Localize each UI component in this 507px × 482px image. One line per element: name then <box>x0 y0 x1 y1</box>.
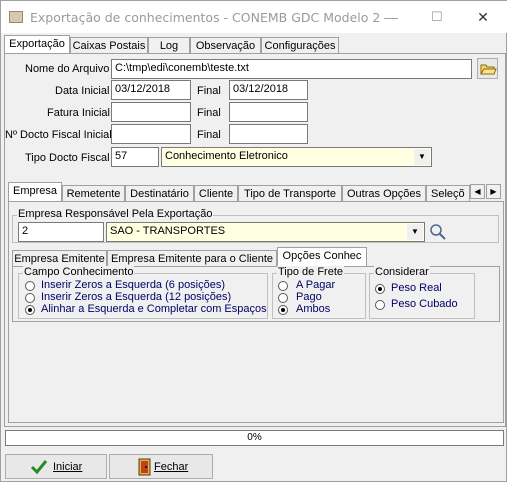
tab-destinatario[interactable]: Destinatário <box>125 185 194 202</box>
data-inicial-label: Data Inicial <box>55 85 110 97</box>
fatura-final-input[interactable] <box>229 102 308 122</box>
tab-log[interactable]: Log <box>148 37 190 54</box>
empresa-code-input[interactable]: 2 <box>18 222 104 242</box>
nome-arquivo-label: Nome do Arquivo <box>25 63 110 75</box>
empresa-group-title: Empresa Responsável Pela Exportação <box>17 208 214 220</box>
tab-selecoes[interactable]: Seleçõ <box>426 185 470 202</box>
tab-empresa[interactable]: Empresa <box>8 182 62 201</box>
title-bar: Exportação de conhecimentos - CONEMB GDC… <box>1 1 507 33</box>
tab-empresa-emitente-cliente[interactable]: Empresa Emitente para o Cliente <box>107 250 277 267</box>
radio-a-pagar[interactable] <box>278 281 288 291</box>
tipo-docto-code-input[interactable]: 57 <box>111 147 159 167</box>
scroll-right-button[interactable]: ▶ <box>486 184 501 199</box>
tab-configuracoes[interactable]: Configurações <box>261 37 339 54</box>
tipo-docto-selected: Conhecimento Eletronico <box>165 150 288 162</box>
fechar-button[interactable]: Fechar <box>109 454 213 479</box>
progress-label: 0% <box>247 432 262 443</box>
radio-pago-label[interactable]: Pago <box>296 291 322 303</box>
minimize-button[interactable]: — <box>368 1 414 33</box>
radio-peso-real[interactable] <box>375 284 385 294</box>
radio-zeros-12-label[interactable]: Inserir Zeros a Esquerda (12 posições) <box>41 291 231 303</box>
app-icon <box>9 11 23 23</box>
data-final-label: Final <box>197 85 221 97</box>
radio-peso-cubado-label[interactable]: Peso Cubado <box>391 298 458 310</box>
tab-empresa-emitente[interactable]: Empresa Emitente <box>12 250 107 267</box>
tab-outras-opcoes[interactable]: Outras Opções <box>342 185 426 202</box>
fatura-final-label: Final <box>197 107 221 119</box>
tab-caixas-postais[interactable]: Caixas Postais <box>70 37 148 54</box>
tab-exportacao[interactable]: Exportação <box>4 35 70 54</box>
export-panel: Nome do Arquivo C:\tmp\edi\conemb\teste.… <box>4 53 506 427</box>
scroll-left-button[interactable]: ◀ <box>470 184 485 199</box>
opcoes-panel: Campo Conhecimento Inserir Zeros a Esque… <box>12 266 500 322</box>
data-final-input[interactable]: 03/12/2018 <box>229 80 308 100</box>
empresa-selected: SAO - TRANSPORTES <box>110 225 226 237</box>
tipo-frete-title: Tipo de Frete <box>277 266 345 278</box>
window-title: Exportação de conhecimentos - CONEMB GDC… <box>30 10 381 25</box>
radio-alinhar-esquerda[interactable] <box>25 305 35 315</box>
folder-icon <box>480 64 497 75</box>
radio-peso-real-label[interactable]: Peso Real <box>391 282 442 294</box>
close-button[interactable]: ✕ <box>460 1 506 33</box>
tipo-docto-label: Tipo Docto Fiscal <box>25 152 110 164</box>
radio-zeros-12[interactable] <box>25 293 35 303</box>
maximize-button[interactable]: ☐ <box>414 1 460 33</box>
radio-ambos-label[interactable]: Ambos <box>296 303 330 315</box>
fatura-inicial-label: Fatura Inicial <box>47 107 110 119</box>
radio-zeros-6[interactable] <box>25 281 35 291</box>
radio-peso-cubado[interactable] <box>375 300 385 310</box>
chevron-down-icon[interactable]: ▼ <box>414 149 430 165</box>
tab-cliente[interactable]: Cliente <box>194 185 238 202</box>
progress-bar: 0% <box>5 430 504 446</box>
app-window: Exportação de conhecimentos - CONEMB GDC… <box>0 0 507 482</box>
radio-zeros-6-label[interactable]: Inserir Zeros a Esquerda (6 posições) <box>41 279 225 291</box>
nf-final-label: Final <box>197 129 221 141</box>
radio-pago[interactable] <box>278 293 288 303</box>
considerar-group: Considerar <box>369 266 475 319</box>
nf-final-input[interactable] <box>229 124 308 144</box>
check-icon <box>30 460 48 475</box>
radio-ambos[interactable] <box>278 305 288 315</box>
nf-inicial-label: Nº Docto Fiscal Inicial <box>5 129 112 141</box>
exit-door-icon <box>138 458 151 476</box>
tab-tipo-transporte[interactable]: Tipo de Transporte <box>238 185 342 202</box>
iniciar-label: Iniciar <box>53 461 83 473</box>
iniciar-button[interactable]: Iniciar <box>5 454 107 479</box>
chevron-down-icon[interactable]: ▼ <box>407 224 423 240</box>
fechar-label: Fechar <box>154 461 189 473</box>
tipo-docto-select[interactable]: Conhecimento Eletronico ▼ <box>161 147 432 167</box>
tab-opcoes-conhec[interactable]: Opções Conhec <box>277 247 367 266</box>
campo-conhecimento-title: Campo Conhecimento <box>23 266 135 278</box>
nf-inicial-input[interactable] <box>111 124 191 144</box>
considerar-title: Considerar <box>374 266 430 278</box>
empresa-panel: Empresa Responsável Pela Exportação 2 SA… <box>8 201 504 423</box>
empresa-select[interactable]: SAO - TRANSPORTES ▼ <box>106 222 425 242</box>
nome-arquivo-input[interactable]: C:\tmp\edi\conemb\teste.txt <box>111 59 472 79</box>
radio-a-pagar-label[interactable]: A Pagar <box>296 279 335 291</box>
data-inicial-input[interactable]: 03/12/2018 <box>111 80 191 100</box>
fatura-inicial-input[interactable] <box>111 102 191 122</box>
browse-button[interactable] <box>477 58 498 79</box>
radio-alinhar-esquerda-label[interactable]: Alinhar a Esquerda e Completar com Espaç… <box>41 303 267 315</box>
tab-observacao[interactable]: Observação <box>190 37 261 54</box>
tab-remetente[interactable]: Remetente <box>62 185 125 202</box>
search-icon[interactable] <box>429 223 447 241</box>
